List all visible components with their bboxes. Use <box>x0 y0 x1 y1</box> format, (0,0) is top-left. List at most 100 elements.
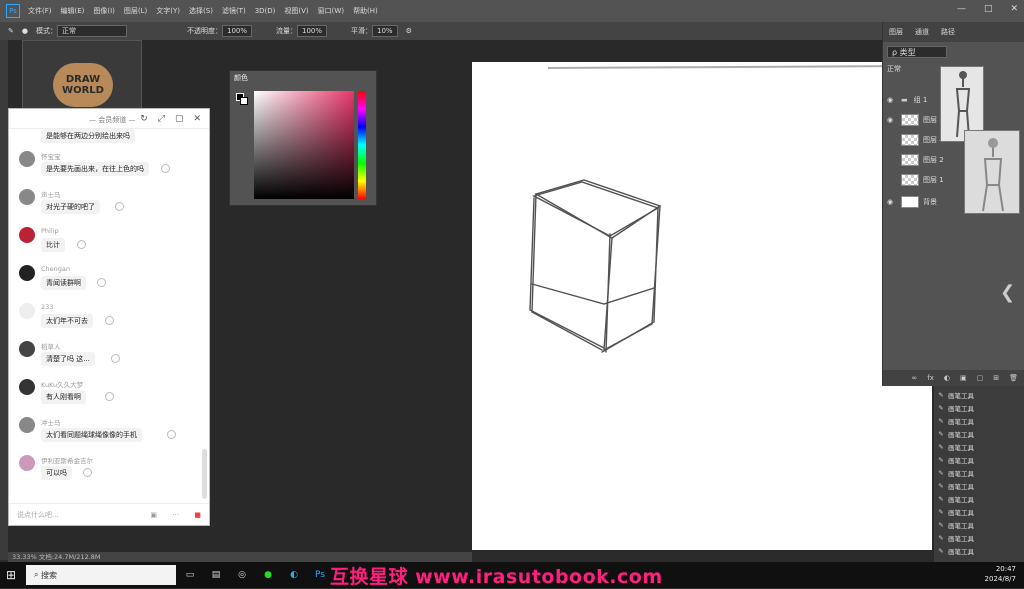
emoji-icon[interactable] <box>97 278 106 287</box>
avatar[interactable] <box>19 303 35 319</box>
brush-preset-icon[interactable]: ● <box>22 27 28 35</box>
tab-layers[interactable]: 图层 <box>889 27 903 37</box>
eye-icon[interactable]: ◉ <box>883 116 897 124</box>
layers-tabs: 图层 通道 路径 <box>883 22 1024 42</box>
avatar[interactable] <box>19 455 35 471</box>
menu-view[interactable]: 视图(V) <box>284 6 308 16</box>
trash-icon[interactable]: 🗑 <box>1009 374 1018 382</box>
menu-window[interactable]: 窗口(W) <box>318 6 344 16</box>
new-layer-icon[interactable]: ⊞ <box>993 374 999 382</box>
mode-select[interactable]: 正常 <box>56 25 127 37</box>
window-icon[interactable]: ▢ <box>175 114 184 124</box>
menu-image[interactable]: 图像(I) <box>93 6 115 16</box>
close-button[interactable]: ✕ <box>1010 4 1018 14</box>
menu-3d[interactable]: 3D(D) <box>255 7 276 15</box>
menu-help[interactable]: 帮助(H) <box>353 6 378 16</box>
tab-paths[interactable]: 路径 <box>941 27 955 37</box>
brush-icon: ✎ <box>938 403 944 412</box>
history-step[interactable]: ✎ 画笔工具 <box>934 492 1024 505</box>
status-bar: 33.33% 文档:24.7M/212.8M <box>8 552 472 562</box>
menu-type[interactable]: 文字(Y) <box>156 6 180 16</box>
brush-icon: ✎ <box>938 429 944 438</box>
history-step[interactable]: ✎ 画笔工具 <box>934 518 1024 531</box>
image-icon[interactable]: ▣ <box>150 511 157 519</box>
emoji-icon[interactable] <box>161 164 170 173</box>
photoshop-icon[interactable]: Ps <box>308 564 332 586</box>
document-thumbnail[interactable]: DRAW WORLD <box>22 40 142 110</box>
emoji-icon[interactable] <box>105 392 114 401</box>
mask-icon[interactable]: ▣ <box>960 374 967 382</box>
history-step[interactable]: ✎ 画笔工具 <box>934 427 1024 440</box>
wechat-icon[interactable]: ● <box>256 564 280 586</box>
layer-filter-select[interactable]: ρ 类型 <box>887 46 947 58</box>
history-step[interactable]: ✎ 画笔工具 <box>934 414 1024 427</box>
history-step[interactable]: ✎ 画笔工具 <box>934 505 1024 518</box>
more-icon[interactable]: ··· <box>172 511 179 519</box>
eye-icon[interactable]: ◉ <box>883 96 897 104</box>
minimize-button[interactable]: — <box>957 4 966 14</box>
history-step[interactable]: ✎ 画笔工具 <box>934 401 1024 414</box>
brush-icon: ✎ <box>938 390 944 399</box>
task-view-icon[interactable]: ▭ <box>178 564 202 586</box>
expand-icon[interactable]: ⤢ <box>158 114 165 124</box>
emoji-icon[interactable] <box>105 316 114 325</box>
emoji-icon[interactable] <box>83 468 92 477</box>
avatar[interactable] <box>19 151 35 167</box>
emoji-icon[interactable] <box>77 240 86 249</box>
menu-select[interactable]: 选择(S) <box>189 6 213 16</box>
avatar[interactable] <box>19 379 35 395</box>
history-step[interactable]: ✎ 画笔工具 <box>934 531 1024 544</box>
system-clock[interactable]: 20:47 2024/8/7 <box>985 564 1016 584</box>
avatar[interactable] <box>19 227 35 243</box>
emoji-icon[interactable] <box>115 202 124 211</box>
history-step[interactable]: ✎ 画笔工具 <box>934 388 1024 401</box>
avatar[interactable] <box>19 189 35 205</box>
link-icon[interactable]: ∞ <box>911 374 917 382</box>
taskbar-search[interactable]: ⌕ 搜索 <box>26 565 176 585</box>
flow-field[interactable]: 100% <box>297 25 328 37</box>
gear-icon[interactable]: ⚙ <box>406 27 412 35</box>
adjustment-icon[interactable]: ◐ <box>944 374 950 382</box>
avatar[interactable] <box>19 341 35 357</box>
message-text: 对光子硬的吧了 <box>41 200 100 214</box>
avatar[interactable] <box>19 417 35 433</box>
windows-start-icon[interactable]: ⊞ <box>0 568 22 582</box>
history-step[interactable]: ✎ 画笔工具 <box>934 440 1024 453</box>
history-step[interactable]: ✎ 画笔工具 <box>934 479 1024 492</box>
browser-icon[interactable]: ◎ <box>230 564 254 586</box>
smoothing-field[interactable]: 10% <box>372 25 398 37</box>
panel-collapse-icon[interactable]: ❮ <box>1000 282 1015 303</box>
color-field[interactable] <box>254 91 354 199</box>
chat-input[interactable]: 说点什么吧... ▣ ··· ■ <box>9 503 209 525</box>
tab-channels[interactable]: 通道 <box>915 27 929 37</box>
blend-mode-select[interactable]: 正常 <box>887 64 901 74</box>
background-color-swatch[interactable] <box>240 97 248 105</box>
explorer-icon[interactable]: ▤ <box>204 564 228 586</box>
opacity-field[interactable]: 100% <box>221 25 252 37</box>
refresh-icon[interactable]: ↻ <box>140 114 148 124</box>
fx-icon[interactable]: fx <box>927 374 934 382</box>
emoji-icon[interactable] <box>111 354 120 363</box>
maximize-button[interactable]: □ <box>984 4 993 14</box>
new-group-icon[interactable]: ▢ <box>977 374 984 382</box>
chat-scrollbar[interactable] <box>202 449 207 499</box>
history-step[interactable]: ✎ 画笔工具 <box>934 453 1024 466</box>
hue-slider[interactable] <box>358 91 366 199</box>
menu-filter[interactable]: 滤镜(T) <box>222 6 246 16</box>
close-icon[interactable]: ✕ <box>193 114 201 124</box>
menu-layer[interactable]: 图层(L) <box>124 6 147 16</box>
reference-image[interactable] <box>964 130 1020 214</box>
brush-tool-icon[interactable]: ✎ <box>8 27 14 35</box>
gift-icon[interactable]: ■ <box>194 511 201 519</box>
layer-thumbnail <box>901 174 919 186</box>
history-step[interactable]: ✎ 画笔工具 <box>934 466 1024 479</box>
color-panel-tab[interactable]: 颜色 <box>234 73 248 83</box>
document-canvas[interactable] <box>472 62 932 550</box>
eye-icon[interactable]: ◉ <box>883 198 897 206</box>
history-step[interactable]: ✎ 画笔工具 <box>934 544 1024 557</box>
emoji-icon[interactable] <box>167 430 176 439</box>
avatar[interactable] <box>19 265 35 281</box>
menu-file[interactable]: 文件(F) <box>28 6 52 16</box>
edge-icon[interactable]: ◐ <box>282 564 306 586</box>
menu-edit[interactable]: 编辑(E) <box>61 6 85 16</box>
